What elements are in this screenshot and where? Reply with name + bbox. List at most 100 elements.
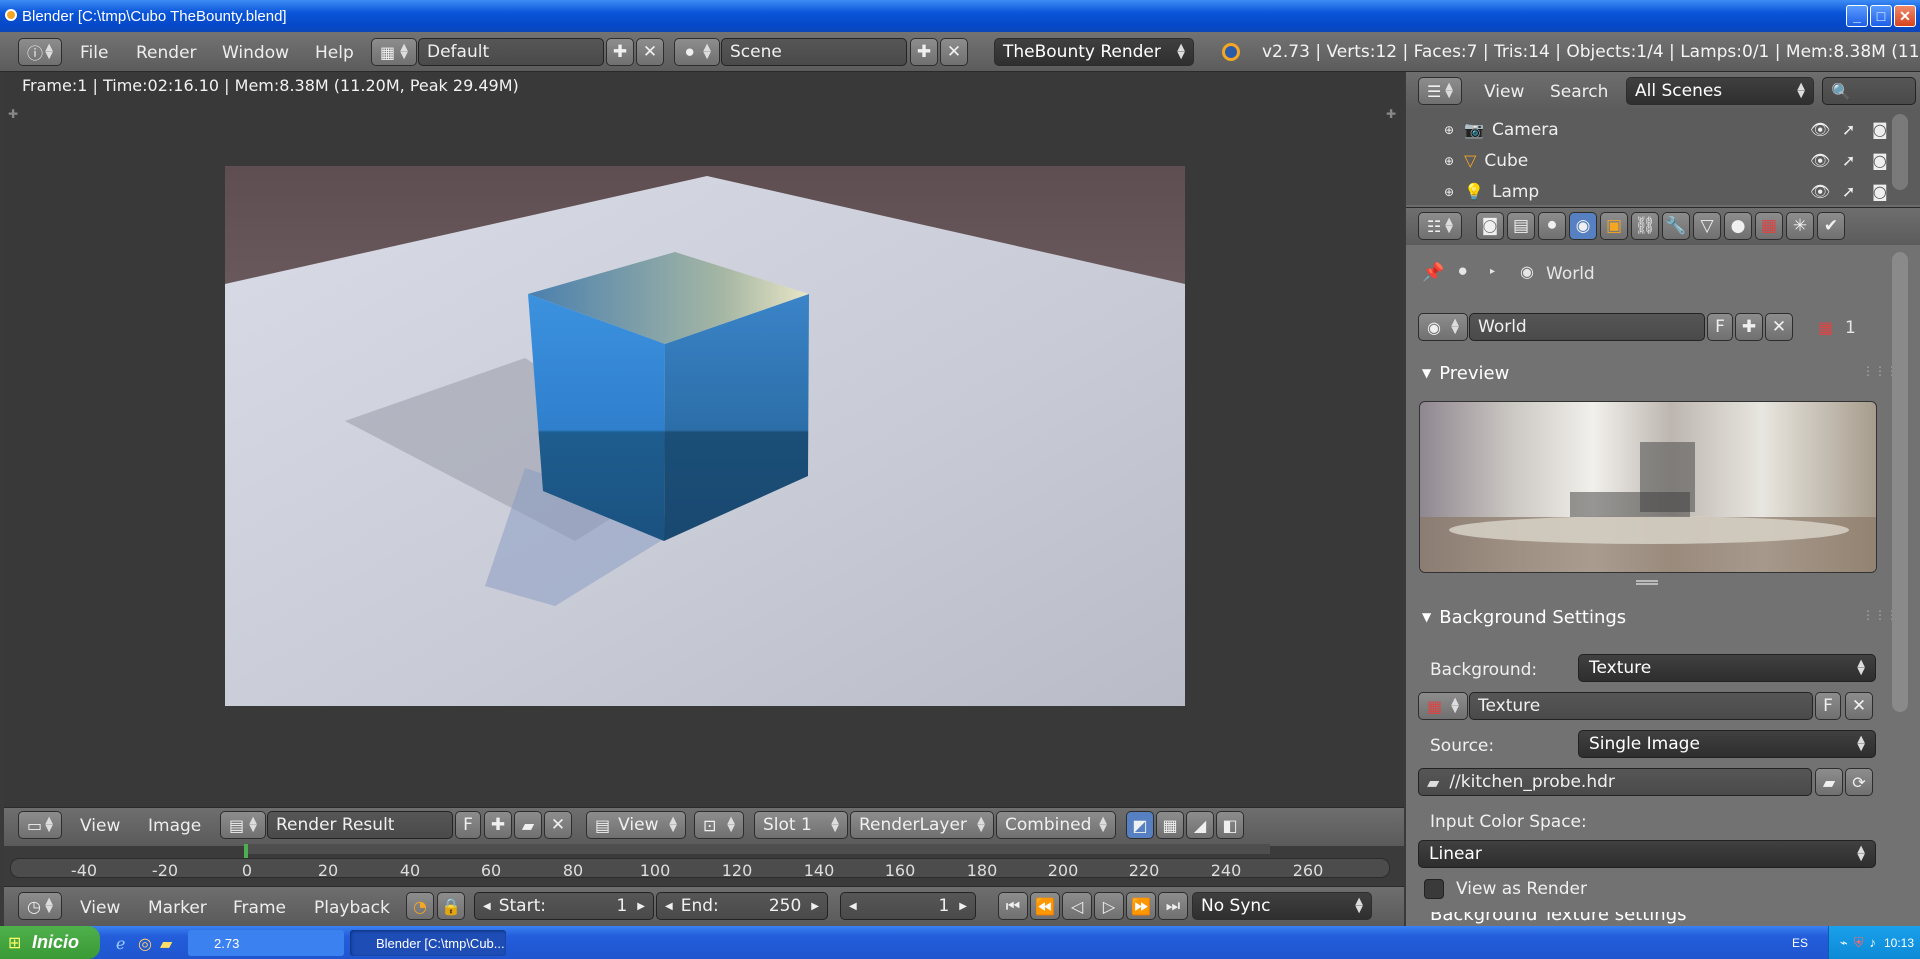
add-world-button[interactable]: ✚ (1735, 313, 1763, 341)
lock-range-button[interactable]: 🔒 (437, 892, 465, 920)
screen-layout-field[interactable]: Default (418, 38, 604, 66)
security-shield-icon[interactable]: ⛨ (1854, 935, 1864, 951)
add-scene-button[interactable]: ✚ (910, 38, 938, 66)
pivot-dropdown[interactable]: ⊡ ▲ ▼ (694, 811, 744, 839)
jump-start-button[interactable]: ⏮ (998, 892, 1028, 920)
render-camera-icon[interactable]: ◙ (1872, 120, 1888, 139)
modifiers-tab-wrench-icon[interactable]: 🔧 (1662, 212, 1690, 240)
view-mode-dropdown[interactable]: ▤ View ▲ ▼ (586, 811, 686, 839)
screen-layout-selector[interactable]: ▦ ▲ ▼ (371, 38, 417, 66)
preview-range-button[interactable]: ◔ (406, 892, 434, 920)
render-tab-camera-icon[interactable]: ◙ (1476, 212, 1504, 240)
scene-selector[interactable]: ⚫ ▲ ▼ (674, 38, 720, 66)
menu-marker[interactable]: Marker (148, 898, 207, 918)
outliner-row-cube[interactable]: ⊕ ▽ Cube 👁 ➚ ◙ (1406, 145, 1896, 176)
visibility-eye-icon[interactable]: 👁 (1810, 151, 1830, 170)
texture-browse-button[interactable]: ▦ ▲ ▼ (1418, 692, 1468, 720)
menu-window[interactable]: Window (222, 43, 289, 63)
open-image-button[interactable]: ▰ (514, 811, 542, 839)
render-pass-dropdown[interactable]: Combined ▲ ▼ (996, 811, 1116, 839)
image-filepath-field[interactable]: ▰//kitchen_probe.hdr (1418, 768, 1812, 796)
unlink-texture-button[interactable]: ✕ (1845, 692, 1873, 720)
render-layer-dropdown[interactable]: RenderLayer ▲ ▼ (850, 811, 994, 839)
browse-file-button[interactable]: ▰ (1815, 768, 1843, 796)
task-folder-273[interactable]: 2.73 (188, 930, 344, 956)
outliner-row-lamp[interactable]: ⊕ 💡 Lamp 👁 ➚ ◙ (1406, 176, 1896, 207)
menu-image[interactable]: Image (148, 816, 201, 836)
texture-tab-checker-icon[interactable]: ▦ (1755, 212, 1783, 240)
menu-outliner-search[interactable]: Search (1550, 82, 1608, 102)
background-type-dropdown[interactable]: Texture ▲ ▼ (1578, 654, 1876, 682)
physics-tab-icon[interactable]: ✔ (1817, 212, 1845, 240)
unlink-image-button[interactable]: ✕ (544, 811, 572, 839)
jump-end-button[interactable]: ⏭ (1158, 892, 1188, 920)
select-cursor-icon[interactable]: ➚ (1842, 182, 1855, 201)
play-button[interactable]: ▷ (1094, 892, 1124, 920)
minimize-button[interactable]: _ (1846, 5, 1868, 27)
texture-name-field[interactable]: Texture (1469, 692, 1813, 720)
new-image-button[interactable]: ✚ (484, 811, 512, 839)
render-camera-icon[interactable]: ◙ (1872, 151, 1888, 170)
outliner-display-dropdown[interactable]: All Scenes ▲ ▼ (1626, 77, 1814, 105)
start-frame-field[interactable]: ◀ Start: 1 ▶ (474, 892, 654, 920)
outliner-row-camera[interactable]: ⊕ 📷 Camera 👁 ➚ ◙ (1406, 114, 1896, 145)
editor-type-info-button[interactable]: ⓘ ▲ ▼ (18, 38, 62, 66)
editor-type-properties-button[interactable]: ☷ ▲ ▼ (1418, 212, 1462, 240)
render-engine-dropdown[interactable]: TheBounty Render ▲ ▼ (994, 38, 1194, 66)
image-browse-button[interactable]: ▤ ▲ ▼ (220, 811, 266, 839)
jump-keyframe-back-button[interactable]: ⏪ (1030, 892, 1060, 920)
editor-type-timeline-button[interactable]: ◷ ▲ ▼ (18, 892, 62, 920)
background-settings-panel-header[interactable]: ▼ Background Settings (1412, 602, 1882, 632)
menu-timeline-view[interactable]: View (80, 898, 120, 918)
preview-resize-handle[interactable] (1636, 580, 1658, 585)
editor-type-image-button[interactable]: ▭ ▲ ▼ (18, 811, 62, 839)
current-frame-field[interactable]: ◀ 1 ▶ (840, 892, 976, 920)
select-cursor-icon[interactable]: ➚ (1842, 120, 1855, 139)
menu-file[interactable]: File (80, 43, 108, 63)
internet-explorer-icon[interactable]: ℯ (116, 934, 125, 953)
world-name-field[interactable]: World (1469, 313, 1705, 341)
image-name-field[interactable]: Render Result (267, 811, 453, 839)
delete-scene-button[interactable]: ✕ (940, 38, 968, 66)
area-split-plus-icon[interactable]: ✚ (8, 107, 18, 121)
world-browse-button[interactable]: ◉ ▲ ▼ (1418, 313, 1468, 341)
area-split-plus-icon[interactable]: ✚ (1386, 107, 1396, 121)
texture-fake-user-button[interactable]: F (1815, 692, 1841, 720)
draw-color-button[interactable]: ◩ (1126, 811, 1154, 839)
draw-alpha-button[interactable]: ▦ (1156, 811, 1184, 839)
add-layout-button[interactable]: ✚ (606, 38, 634, 66)
object-tab-icon[interactable]: ▣ (1600, 212, 1628, 240)
menu-help[interactable]: Help (315, 43, 354, 63)
current-frame-marker[interactable] (244, 844, 248, 858)
menu-outliner-view[interactable]: View (1484, 82, 1524, 102)
maximize-button[interactable]: □ (1870, 5, 1892, 27)
pin-icon[interactable]: 📌 (1422, 262, 1444, 283)
play-reverse-button[interactable]: ◁ (1062, 892, 1092, 920)
material-tab-icon[interactable]: ● (1724, 212, 1752, 240)
end-frame-field[interactable]: ◀ End: 250 ▶ (656, 892, 828, 920)
slot-dropdown[interactable]: Slot 1 ▲ ▼ (754, 811, 848, 839)
source-dropdown[interactable]: Single Image ▲ ▼ (1578, 730, 1876, 758)
draw-zbuffer-button[interactable]: ◢ (1186, 811, 1214, 839)
unlink-world-button[interactable]: ✕ (1765, 313, 1793, 341)
jump-keyframe-forward-button[interactable]: ⏩ (1126, 892, 1156, 920)
color-space-dropdown[interactable]: Linear ▲ ▼ (1418, 840, 1876, 868)
particles-tab-icon[interactable]: ✳ (1786, 212, 1814, 240)
visibility-eye-icon[interactable]: 👁 (1810, 120, 1830, 139)
editor-type-outliner-button[interactable]: ☰ ▲ ▼ (1418, 77, 1462, 105)
render-layers-tab-icon[interactable]: ▤ (1507, 212, 1535, 240)
outliner-scrollbar[interactable] (1892, 114, 1908, 190)
properties-scrollbar[interactable] (1892, 252, 1908, 712)
data-tab-mesh-icon[interactable]: ▽ (1693, 212, 1721, 240)
browser-icon[interactable]: ◎ (138, 934, 152, 953)
constraints-tab-icon[interactable]: ⛓ (1631, 212, 1659, 240)
delete-layout-button[interactable]: ✕ (636, 38, 664, 66)
view-as-render-checkbox[interactable] (1424, 879, 1444, 899)
menu-frame[interactable]: Frame (233, 898, 286, 918)
render-camera-icon[interactable]: ◙ (1872, 182, 1888, 201)
visibility-eye-icon[interactable]: 👁 (1810, 182, 1830, 201)
sync-dropdown[interactable]: No Sync ▲ ▼ (1192, 892, 1372, 920)
menu-view[interactable]: View (80, 816, 120, 836)
language-indicator[interactable]: ES (1792, 936, 1808, 950)
world-tab-icon[interactable]: ◉ (1569, 212, 1597, 240)
